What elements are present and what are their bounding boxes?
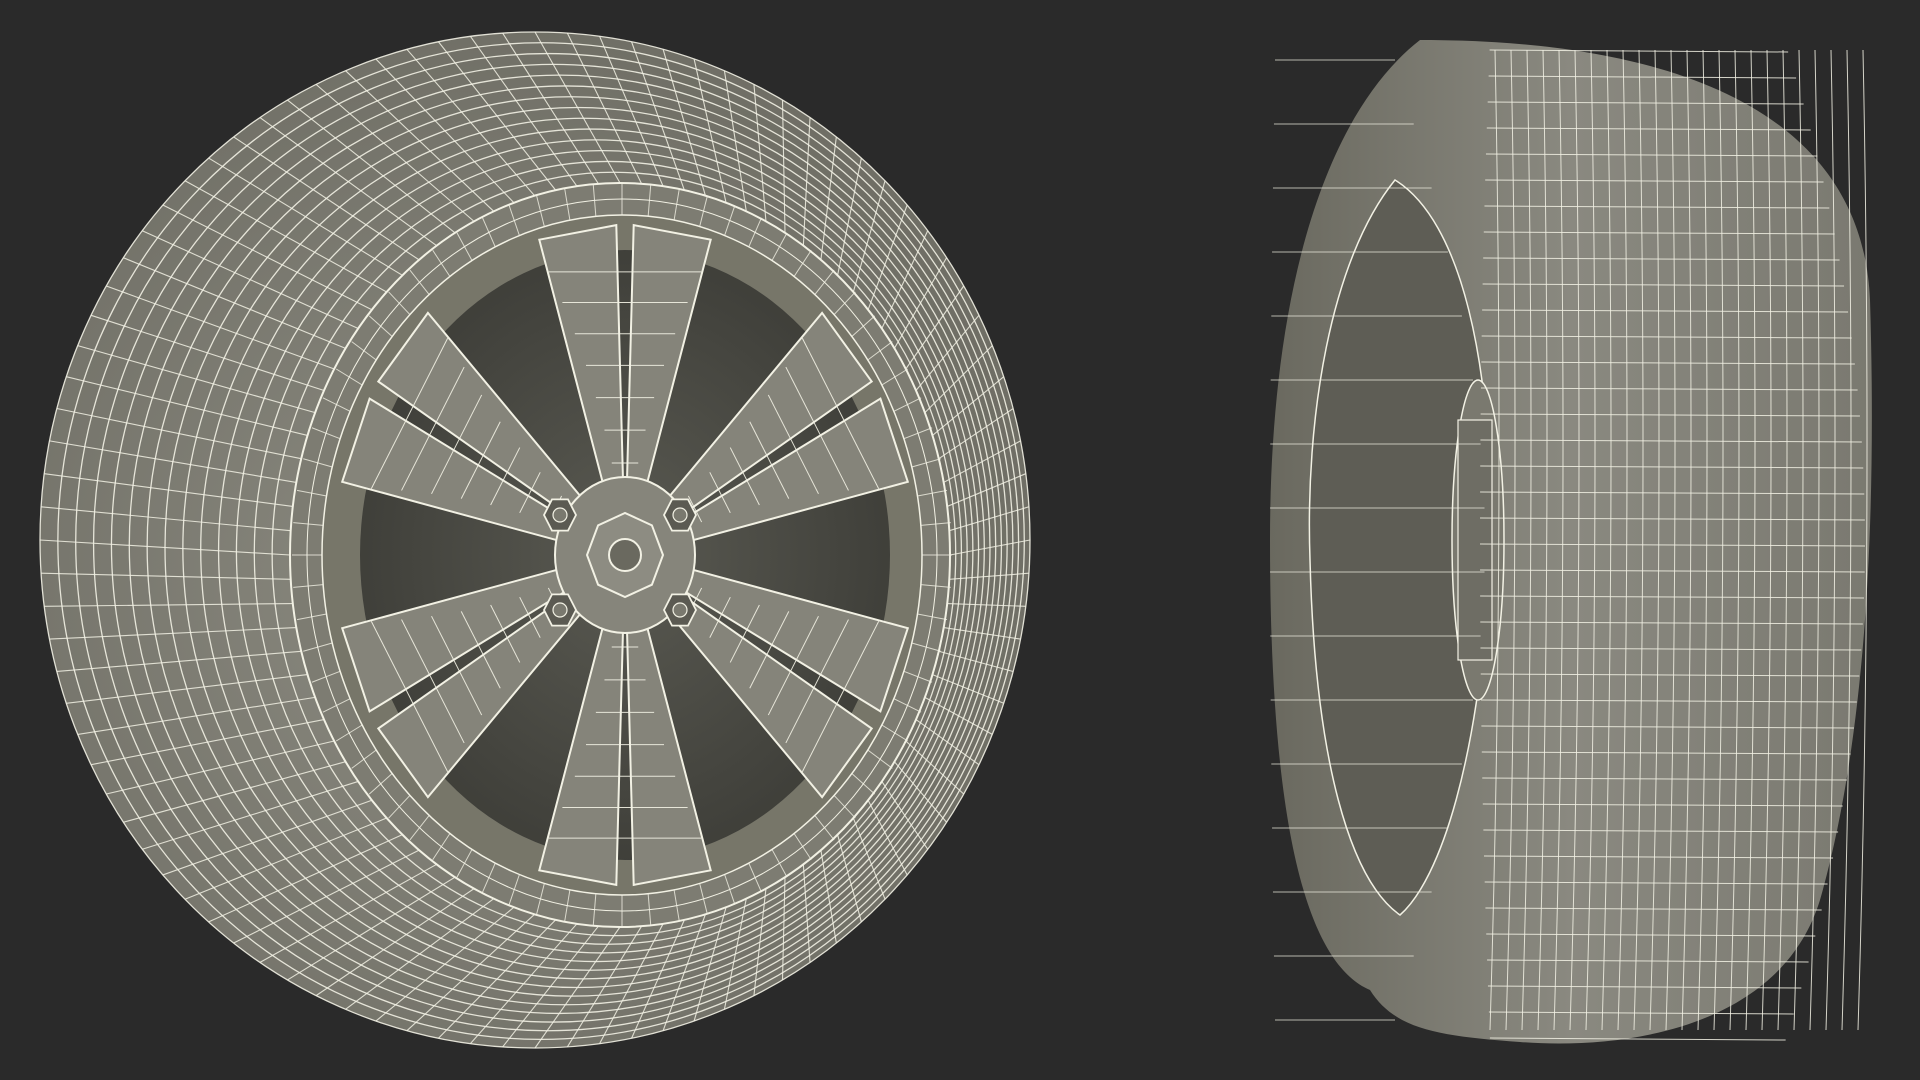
- lug-nut-center: [552, 602, 568, 618]
- render-viewport: [0, 0, 1920, 1080]
- wireframe-scene: [39, 31, 1872, 1049]
- side-hub-center: [1457, 419, 1493, 661]
- lug-nut-center: [552, 507, 568, 523]
- lug-nut-center: [672, 507, 688, 523]
- side-wheel-model: [1270, 40, 1872, 1044]
- center-bore: [608, 538, 642, 572]
- lug-nut-center: [672, 602, 688, 618]
- front-center-cap: [542, 476, 698, 634]
- front-wheel-model: [39, 31, 1031, 1049]
- side-hub-assembly: [1451, 379, 1505, 701]
